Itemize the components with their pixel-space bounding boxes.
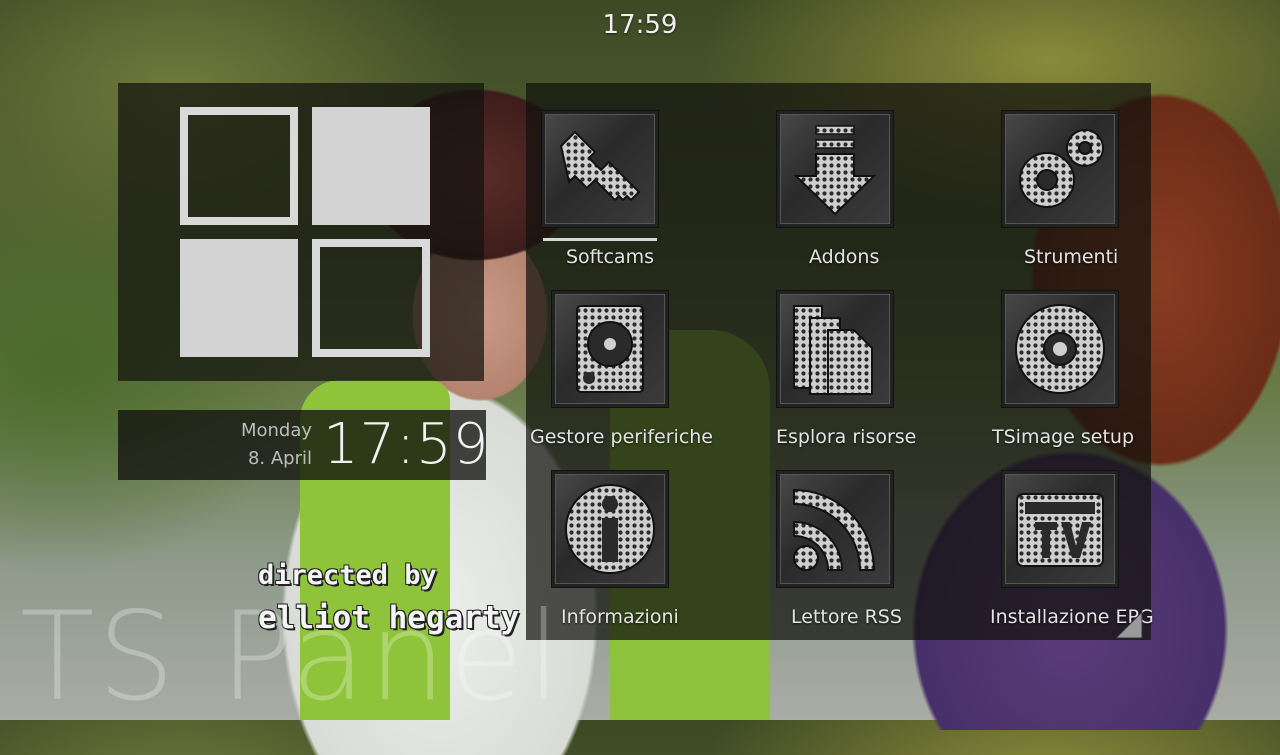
- gears-icon: [1001, 110, 1119, 228]
- menu-item-gestore-periferiche[interactable]: Gestore periferiche: [530, 290, 776, 460]
- logo-tile-top-left: [180, 107, 298, 225]
- logo-tile-bottom-left: [180, 239, 298, 357]
- ts-panel-watermark: TS Panel: [20, 586, 564, 728]
- menu-item-strumenti[interactable]: Strumenti: [1001, 110, 1226, 280]
- logo-tile-top-right: [312, 107, 430, 225]
- hard-drive-icon: [551, 290, 669, 408]
- menu-label-strumenti: Strumenti: [1024, 246, 1119, 268]
- tv-guide-icon: [1001, 470, 1119, 588]
- files-icon: [776, 290, 894, 408]
- info-icon: [551, 470, 669, 588]
- menu-label-softcams: Softcams: [566, 246, 654, 268]
- clock-date: 8. April: [247, 448, 312, 469]
- menu-label-lettore-rss: Lettore RSS: [791, 606, 902, 628]
- resize-corner-icon: [1114, 610, 1143, 639]
- menu-label-addons: Addons: [809, 246, 880, 268]
- menu-item-esplora-risorse[interactable]: Esplora risorse: [776, 290, 1001, 460]
- disc-icon: [1001, 290, 1119, 408]
- menu-item-informazioni[interactable]: Informazioni: [551, 470, 776, 640]
- clock-widget: Monday 8. April 17:59: [118, 410, 490, 480]
- menu-item-addons[interactable]: Addons: [776, 110, 1001, 280]
- clock-time: 17:59: [323, 412, 490, 477]
- rss-icon: [776, 470, 894, 588]
- panel-logo: [118, 83, 484, 381]
- menu-label-tsimage-setup: TSimage setup: [992, 426, 1135, 448]
- menu-item-lettore-rss[interactable]: Lettore RSS: [776, 470, 1001, 640]
- download-arrow-icon: [776, 110, 894, 228]
- menu-item-tsimage-setup[interactable]: TSimage setup: [992, 290, 1226, 460]
- logo-tile-bottom-right: [312, 239, 430, 357]
- key-icon: [541, 110, 659, 228]
- menu-item-softcams[interactable]: Softcams: [541, 110, 766, 280]
- top-clock: 17:59: [602, 10, 678, 40]
- clock-day: Monday: [240, 420, 312, 441]
- menu-label-gestore-periferiche: Gestore periferiche: [530, 426, 713, 448]
- menu-label-esplora-risorse: Esplora risorse: [776, 426, 917, 448]
- menu-label-informazioni: Informazioni: [561, 606, 679, 628]
- selection-underline: [543, 238, 657, 241]
